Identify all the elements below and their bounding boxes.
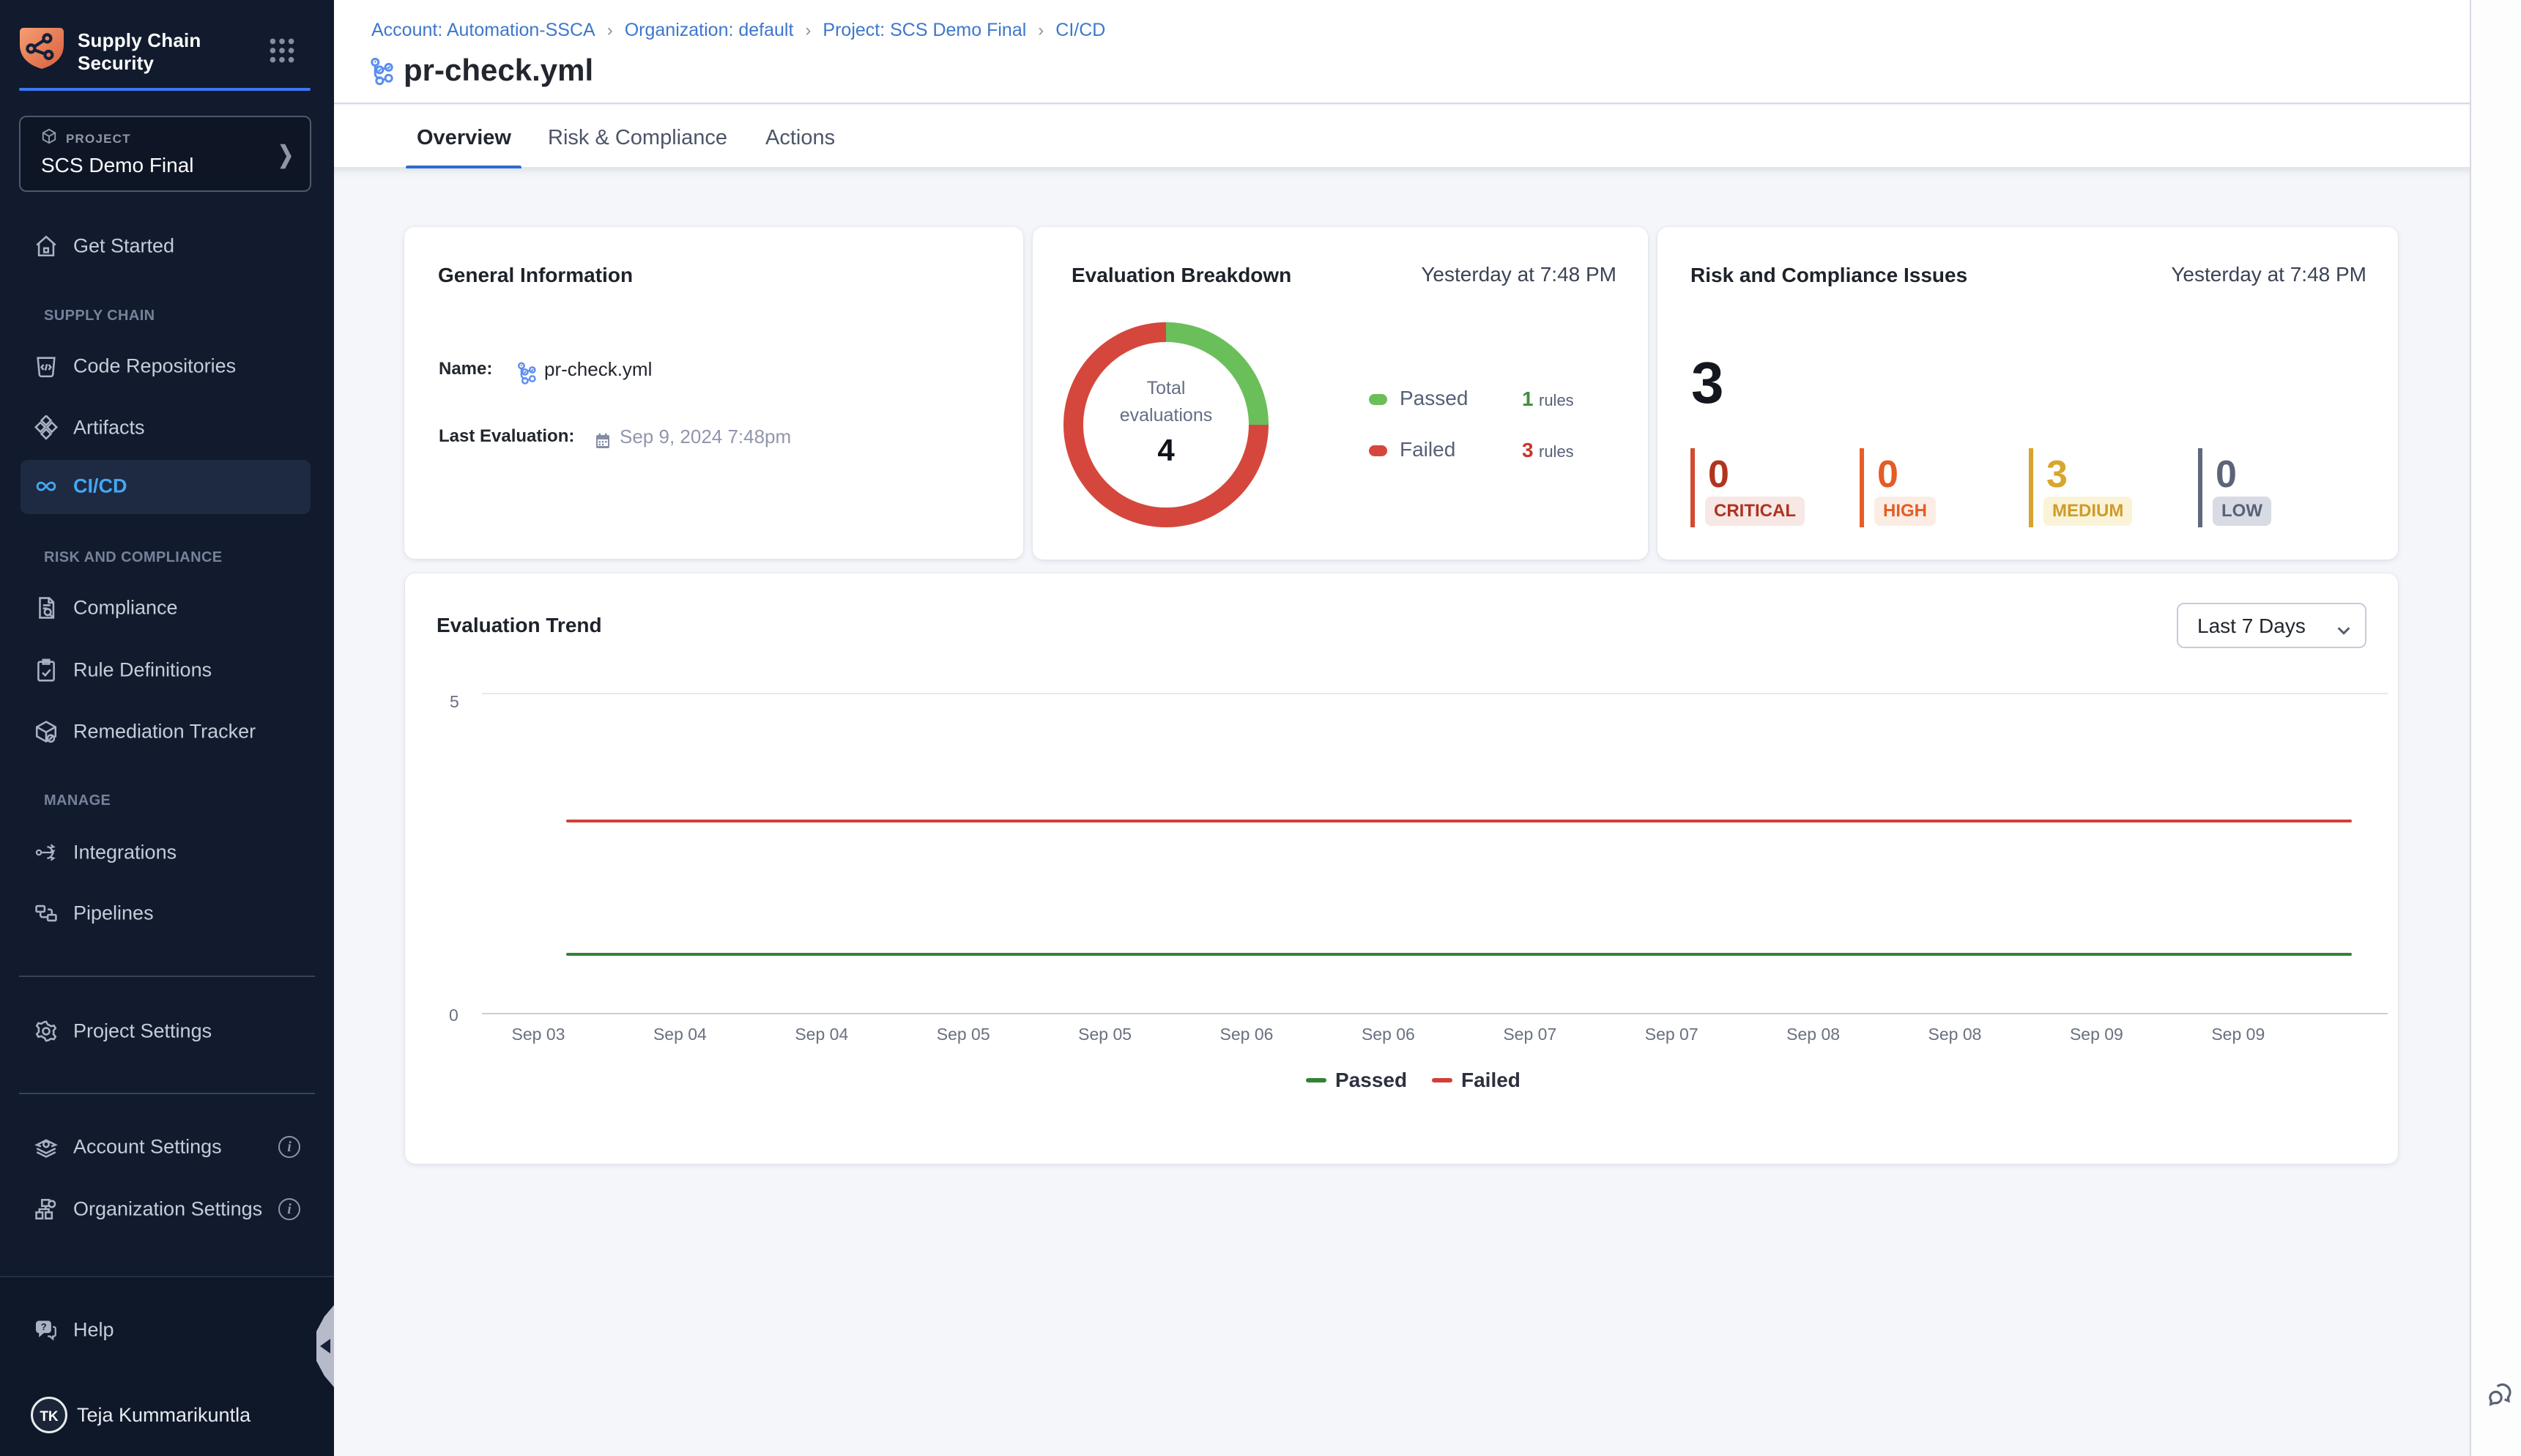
svg-text:?: ? bbox=[41, 1321, 47, 1332]
